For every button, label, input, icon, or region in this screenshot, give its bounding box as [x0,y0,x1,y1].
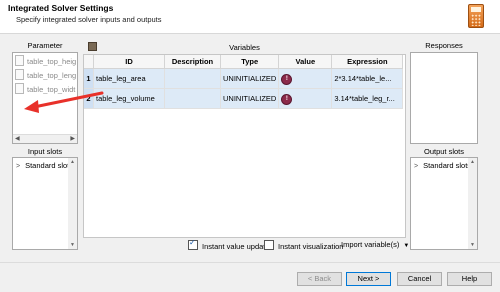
variables-grid: ID Description Type Value Expression 1 t… [84,55,404,109]
warning-icon: ! [281,93,293,105]
output-slots-label: Output slots [423,147,465,156]
table-row[interactable]: 1 table_leg_area UNINITIALIZED ! 2*3.14*… [84,68,404,89]
scroll-left-icon[interactable]: ◀ [15,135,20,144]
variables-label: Variables [229,43,260,52]
corner-cell [84,55,94,69]
instant-visualization-checkbox[interactable] [264,240,274,250]
variables-table[interactable]: ID Description Type Value Expression 1 t… [83,54,406,238]
cell-expression[interactable]: 2*3.14*table_le... [331,68,404,89]
next-button[interactable]: Next > [346,272,391,286]
column-header-type[interactable]: Type [220,55,280,69]
cancel-button[interactable]: Cancel [397,272,442,286]
table-row[interactable]: 2 table_leg_volume UNINITIALIZED ! 3.14*… [84,88,404,109]
column-header-value[interactable]: Value [278,55,333,69]
scroll-up-icon[interactable]: ▲ [68,159,77,165]
document-icon [15,55,24,66]
footer-divider [0,262,500,263]
cell-type[interactable]: UNINITIALIZED [220,68,280,89]
parameter-item[interactable]: table_top_heig [15,55,76,67]
dialog-subtitle: Specify integrated solver inputs and out… [16,15,162,24]
instant-value-update-checkbox[interactable] [188,238,198,250]
document-icon [15,69,24,80]
output-slot-standard[interactable]: > Standard slots [414,161,471,170]
cell-description[interactable] [164,68,221,89]
cell-value[interactable]: ! [278,68,333,89]
parameter-label: Parameter [27,41,63,50]
column-header-description[interactable]: Description [164,55,221,69]
cell-type[interactable]: UNINITIALIZED [220,88,280,109]
cell-expression[interactable]: 3.14*table_leg_r... [331,88,404,109]
warning-icon: ! [281,73,293,85]
dialog-title: Integrated Solver Settings [8,3,114,13]
responses-list[interactable] [410,52,478,144]
instant-visualization-option[interactable]: Instant visualization [264,240,343,251]
chevron-right-icon[interactable]: > [16,163,20,170]
responses-label: Responses [425,41,463,50]
vertical-scrollbar[interactable]: ▲ ▼ [468,158,477,249]
dialog-header: Integrated Solver Settings Specify integ… [0,0,500,34]
scroll-down-icon[interactable]: ▼ [468,242,477,248]
output-slots-tree[interactable]: > Standard slots ▲ ▼ [410,157,478,250]
input-slots-tree[interactable]: > Standard slots ▲ ▼ [12,157,78,250]
calculator-icon [468,4,484,28]
dropdown-arrow-icon: ▼ [403,243,410,249]
instant-value-update-option[interactable]: Instant value update [188,238,270,251]
scroll-right-icon[interactable]: ▶ [70,135,75,144]
import-variables-dropdown[interactable]: Import variable(s) ▼ [341,240,409,249]
horizontal-scrollbar[interactable]: ◀ ▶ [13,134,77,143]
chevron-right-icon[interactable]: > [414,163,418,170]
back-button[interactable]: < Back [297,272,342,286]
scroll-up-icon[interactable]: ▲ [468,159,477,165]
cell-id[interactable]: table_leg_volume [93,88,165,109]
input-slot-standard[interactable]: > Standard slots [16,161,73,170]
variables-panel: Variables ID Description Type Value Expr… [83,41,409,253]
cell-id[interactable]: table_leg_area [93,68,165,89]
scroll-down-icon[interactable]: ▼ [68,242,77,248]
column-header-id[interactable]: ID [93,55,165,69]
input-slots-label: Input slots [27,147,63,156]
cell-value[interactable]: ! [278,88,333,109]
annotation-arrow-icon [24,91,104,113]
column-header-expression[interactable]: Expression [331,55,404,69]
help-button[interactable]: Help [447,272,492,286]
vertical-scrollbar[interactable]: ▲ ▼ [68,158,77,249]
cell-description[interactable] [164,88,221,109]
